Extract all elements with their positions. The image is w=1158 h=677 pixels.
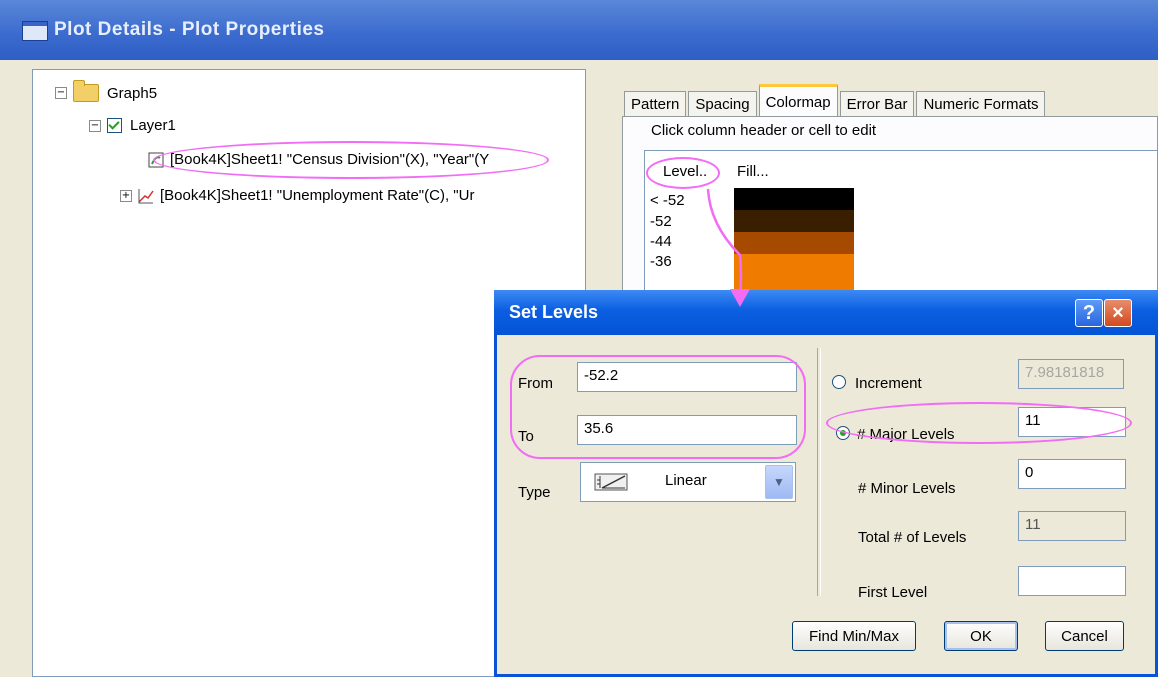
tree-item-layer-label: Layer1 bbox=[130, 117, 176, 134]
linear-scale-icon bbox=[594, 473, 628, 491]
folder-icon bbox=[73, 80, 99, 102]
level-cell[interactable]: -36 bbox=[650, 253, 672, 270]
highlight-plot-annotation bbox=[153, 141, 549, 179]
increment-label: Increment bbox=[855, 375, 922, 392]
help-button[interactable]: ? bbox=[1075, 299, 1103, 327]
tree-item-plot-label: [Book4K]Sheet1! "Unemployment Rate"(C), … bbox=[160, 187, 475, 204]
fill-column-header[interactable]: Fill... bbox=[737, 163, 769, 180]
line-plot-icon bbox=[138, 188, 154, 203]
level-cell[interactable]: -52 bbox=[650, 213, 672, 230]
minor-levels-input[interactable]: 0 bbox=[1018, 459, 1126, 489]
tab-spacing[interactable]: Spacing bbox=[688, 91, 757, 116]
level-cell[interactable]: -44 bbox=[650, 233, 672, 250]
annotation-arrow bbox=[706, 188, 750, 307]
window-title: Plot Details - Plot Properties bbox=[54, 19, 325, 40]
chevron-down-icon[interactable]: ▼ bbox=[765, 465, 793, 499]
colormap-hint: Click column header or cell to edit bbox=[651, 122, 877, 139]
highlight-from-to-annotation bbox=[510, 355, 806, 459]
tab-error-bar[interactable]: Error Bar bbox=[839, 91, 915, 116]
ok-button[interactable]: OK bbox=[944, 621, 1018, 651]
dialog-title: Set Levels bbox=[509, 302, 599, 322]
first-level-input[interactable] bbox=[1018, 566, 1126, 596]
cancel-button[interactable]: Cancel bbox=[1045, 621, 1124, 651]
tree-item-plot-line[interactable]: + [Book4K]Sheet1! "Unemployment Rate"(C)… bbox=[120, 187, 474, 204]
tab-pattern[interactable]: Pattern bbox=[624, 91, 687, 116]
find-min-max-button[interactable]: Find Min/Max bbox=[792, 621, 916, 651]
type-value: Linear bbox=[665, 472, 707, 489]
collapse-icon[interactable]: − bbox=[55, 87, 67, 99]
highlight-major-levels-annotation bbox=[826, 402, 1132, 444]
total-levels-value: 11 bbox=[1018, 511, 1126, 541]
collapse-icon[interactable]: − bbox=[89, 119, 101, 132]
minor-levels-label: # Minor Levels bbox=[858, 480, 956, 497]
tree-item-layer[interactable]: − Layer1 bbox=[89, 117, 176, 134]
window-app-icon bbox=[22, 21, 48, 41]
increment-radio[interactable] bbox=[832, 375, 846, 389]
layer-checkbox[interactable] bbox=[107, 118, 122, 133]
tab-numeric-formats[interactable]: Numeric Formats bbox=[916, 91, 1046, 116]
increment-input: 7.98181818 bbox=[1018, 359, 1124, 389]
tree-item-graph-label: Graph5 bbox=[107, 84, 158, 102]
tree-item-graph[interactable]: − Graph5 bbox=[55, 80, 158, 102]
first-level-label: First Level bbox=[858, 584, 928, 601]
total-levels-label: Total # of Levels bbox=[858, 529, 967, 546]
close-button[interactable]: × bbox=[1104, 299, 1132, 327]
properties-tabs: Pattern Spacing Colormap Error Bar Numer… bbox=[624, 84, 1047, 117]
tab-colormap[interactable]: Colormap bbox=[758, 84, 838, 117]
vertical-divider bbox=[817, 348, 821, 596]
expand-icon[interactable]: + bbox=[120, 189, 132, 202]
level-cell[interactable]: < -52 bbox=[650, 192, 685, 209]
type-label: Type bbox=[518, 484, 551, 501]
